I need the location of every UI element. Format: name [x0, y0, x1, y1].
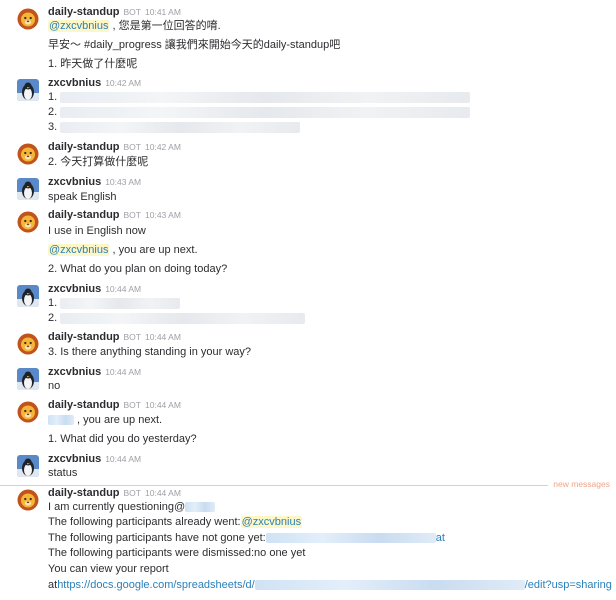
message-line: 1.	[48, 296, 181, 311]
message-line: 1.	[48, 90, 471, 105]
redacted-mention[interactable]	[48, 415, 74, 426]
message-line: The following participants have not gone…	[48, 532, 445, 544]
message-timestamp[interactable]: 10:44 AM	[105, 284, 141, 294]
bot-name[interactable]: daily-standup	[48, 209, 120, 221]
redacted-text	[60, 106, 471, 118]
bot-badge: BOT	[123, 332, 141, 342]
message-timestamp[interactable]: 10:44 AM	[105, 367, 141, 377]
redacted-mention[interactable]	[265, 533, 436, 544]
bot-badge: BOT	[123, 142, 141, 152]
message-line: 2. 今天打算做什麼呢	[48, 156, 149, 168]
message-timestamp[interactable]: 10:42 AM	[145, 142, 181, 152]
message-line: athttps://docs.google.com/spreadsheets/d…	[48, 579, 612, 591]
user-avatar[interactable]	[17, 368, 39, 390]
user-name[interactable]: zxcvbnius	[48, 453, 101, 465]
message-line: 早安～ #daily_progress 讓我們來開始今天的daily-stand…	[48, 39, 341, 51]
message-timestamp[interactable]: 10:41 AM	[145, 7, 181, 17]
bot-name[interactable]: daily-standup	[48, 487, 120, 499]
bot-badge: BOT	[123, 210, 141, 220]
user-name[interactable]: zxcvbnius	[48, 366, 101, 378]
bot-badge: BOT	[123, 400, 141, 410]
message-line: 2.	[48, 105, 471, 120]
message-line: @zxcvbnius , you are up next.	[48, 244, 198, 256]
user-mention[interactable]: @zxcvbnius	[240, 516, 303, 528]
message-line: 2.	[48, 311, 306, 326]
bot-avatar[interactable]	[17, 489, 39, 511]
message-line: 1. What did you do yesterday?	[48, 433, 197, 445]
message-timestamp[interactable]: 10:44 AM	[145, 400, 181, 410]
redacted-link-id	[254, 580, 525, 591]
message-line: I am currently questioning@	[48, 500, 216, 515]
bot-name[interactable]: daily-standup	[48, 399, 120, 411]
bot-avatar[interactable]	[17, 401, 39, 423]
user-name[interactable]: zxcvbnius	[48, 176, 101, 188]
message-timestamp[interactable]: 10:42 AM	[105, 78, 141, 88]
bot-badge: BOT	[123, 7, 141, 17]
message-line: @zxcvbnius , 您是第一位回答的唷.	[48, 20, 221, 32]
message-timestamp[interactable]: 10:44 AM	[145, 488, 181, 498]
message-timestamp[interactable]: 10:44 AM	[145, 332, 181, 342]
new-messages-label: new messages	[553, 479, 610, 489]
message-line: 3.	[48, 120, 301, 135]
bot-avatar[interactable]	[17, 143, 39, 165]
redacted-text	[60, 121, 301, 133]
redacted-text	[60, 91, 471, 103]
user-avatar[interactable]	[17, 455, 39, 477]
bot-badge: BOT	[123, 488, 141, 498]
user-mention[interactable]: @zxcvbnius	[48, 244, 110, 256]
user-name[interactable]: zxcvbnius	[48, 77, 101, 89]
message-timestamp[interactable]: 10:44 AM	[105, 454, 141, 464]
message-line: , you are up next.	[48, 413, 162, 428]
message-line: 2. What do you plan on doing today?	[48, 263, 228, 275]
message-timestamp[interactable]: 10:43 AM	[105, 177, 141, 187]
bot-avatar[interactable]	[17, 211, 39, 233]
bot-name[interactable]: daily-standup	[48, 6, 120, 18]
user-avatar[interactable]	[17, 178, 39, 200]
bot-name[interactable]: daily-standup	[48, 331, 120, 343]
message-line: no	[48, 380, 61, 392]
user-avatar[interactable]	[17, 79, 39, 101]
message-line: speak English	[48, 191, 117, 203]
message-line: The following participants were dismisse…	[48, 547, 306, 559]
report-link[interactable]: https://docs.google.com/spreadsheets/d//…	[57, 579, 612, 591]
user-mention[interactable]: @zxcvbnius	[48, 20, 110, 32]
redacted-text	[60, 297, 181, 309]
redacted-text	[60, 312, 306, 324]
user-name[interactable]: zxcvbnius	[48, 283, 101, 295]
message-line: The following participants already went:…	[48, 516, 303, 528]
message-line: 1. 昨天做了什麼呢	[48, 58, 138, 70]
message-line: 3. Is there anything standing in your wa…	[48, 346, 252, 358]
user-avatar[interactable]	[17, 285, 39, 307]
redacted-mention[interactable]	[185, 502, 216, 513]
message-timestamp[interactable]: 10:43 AM	[145, 210, 181, 220]
message-line: I use in English now	[48, 225, 146, 237]
message-line: You can view your report	[48, 563, 169, 575]
bot-name[interactable]: daily-standup	[48, 141, 120, 153]
bot-avatar[interactable]	[17, 8, 39, 30]
bot-avatar[interactable]	[17, 333, 39, 355]
